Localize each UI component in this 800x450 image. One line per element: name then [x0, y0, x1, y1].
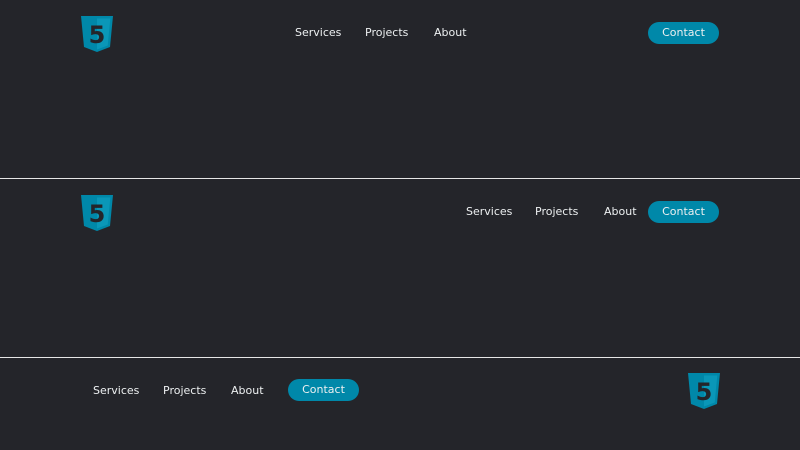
html5-logo-icon[interactable]: 5 [688, 373, 720, 409]
contact-button[interactable]: Contact [648, 201, 719, 223]
divider [0, 178, 800, 179]
header-variants-canvas: 5 Services Projects About Contact 5 Serv… [0, 0, 800, 450]
nav-link-services[interactable]: Services [466, 205, 512, 219]
header-variant-right-nav: 5 Services Projects About Contact [0, 180, 800, 357]
divider [0, 357, 800, 358]
nav-link-projects[interactable]: Projects [535, 205, 578, 219]
nav-link-services[interactable]: Services [295, 26, 341, 40]
svg-text:5: 5 [89, 200, 106, 228]
html5-logo-icon[interactable]: 5 [81, 16, 113, 52]
nav-link-services[interactable]: Services [93, 384, 139, 398]
html5-logo-icon[interactable]: 5 [81, 195, 113, 231]
svg-text:5: 5 [696, 378, 713, 406]
header-variant-reversed: Services Projects About Contact 5 [0, 359, 800, 450]
nav-link-about[interactable]: About [231, 384, 264, 398]
nav-link-projects[interactable]: Projects [365, 26, 408, 40]
nav-link-about[interactable]: About [604, 205, 637, 219]
header-variant-centered: 5 Services Projects About Contact [0, 0, 800, 177]
svg-text:5: 5 [89, 21, 106, 49]
nav-link-projects[interactable]: Projects [163, 384, 206, 398]
contact-button[interactable]: Contact [288, 379, 359, 401]
contact-button[interactable]: Contact [648, 22, 719, 44]
nav-link-about[interactable]: About [434, 26, 467, 40]
